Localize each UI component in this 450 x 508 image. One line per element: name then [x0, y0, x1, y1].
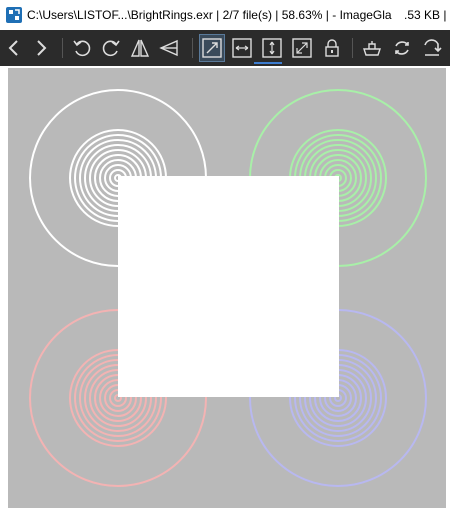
refresh-icon [395, 41, 409, 55]
title-bar: C:\Users\LISTOF...\BrightRings.exr | 2/7… [0, 0, 450, 30]
chevron-left-icon [8, 40, 18, 56]
toolbar-separator [192, 38, 193, 58]
flip-vertical-icon [159, 39, 178, 57]
rotate-right-icon [102, 40, 120, 57]
rotate-right-button[interactable] [98, 34, 124, 62]
flip-horizontal-icon [130, 39, 150, 57]
scale-to-width-button[interactable] [229, 34, 255, 62]
next-image-button[interactable] [28, 34, 54, 62]
imageglass-app-icon [6, 7, 22, 23]
scale-height-icon [262, 38, 282, 58]
auto-zoom-button[interactable] [199, 34, 225, 62]
rotate-left-button[interactable] [69, 34, 95, 62]
scale-to-fit-button[interactable] [289, 34, 315, 62]
lock-zoom-button[interactable] [319, 34, 345, 62]
window-title: C:\Users\LISTOF...\BrightRings.exr | 2/7… [27, 8, 392, 22]
toolbar-separator [62, 38, 63, 58]
chevron-right-icon [37, 40, 47, 56]
flip-vertical-button[interactable] [156, 34, 182, 62]
auto-zoom-icon [202, 38, 222, 58]
refresh-button[interactable] [389, 34, 415, 62]
scale-to-height-button[interactable] [259, 34, 285, 62]
white-square-overlay [118, 176, 339, 397]
flip-horizontal-button[interactable] [127, 34, 153, 62]
previous-image-button[interactable] [1, 34, 27, 62]
scale-width-icon [232, 38, 252, 58]
toolbar-separator [352, 38, 353, 58]
checkerboard-icon [363, 41, 381, 56]
active-tool-indicator [254, 62, 282, 64]
save-as-button[interactable] [419, 34, 445, 62]
checkerboard-button[interactable] [359, 34, 385, 62]
scale-fit-icon [292, 38, 312, 58]
save-icon [424, 39, 442, 56]
lock-icon [325, 39, 339, 57]
file-size-label: .53 KB | [404, 8, 447, 22]
rotate-left-icon [73, 40, 91, 57]
